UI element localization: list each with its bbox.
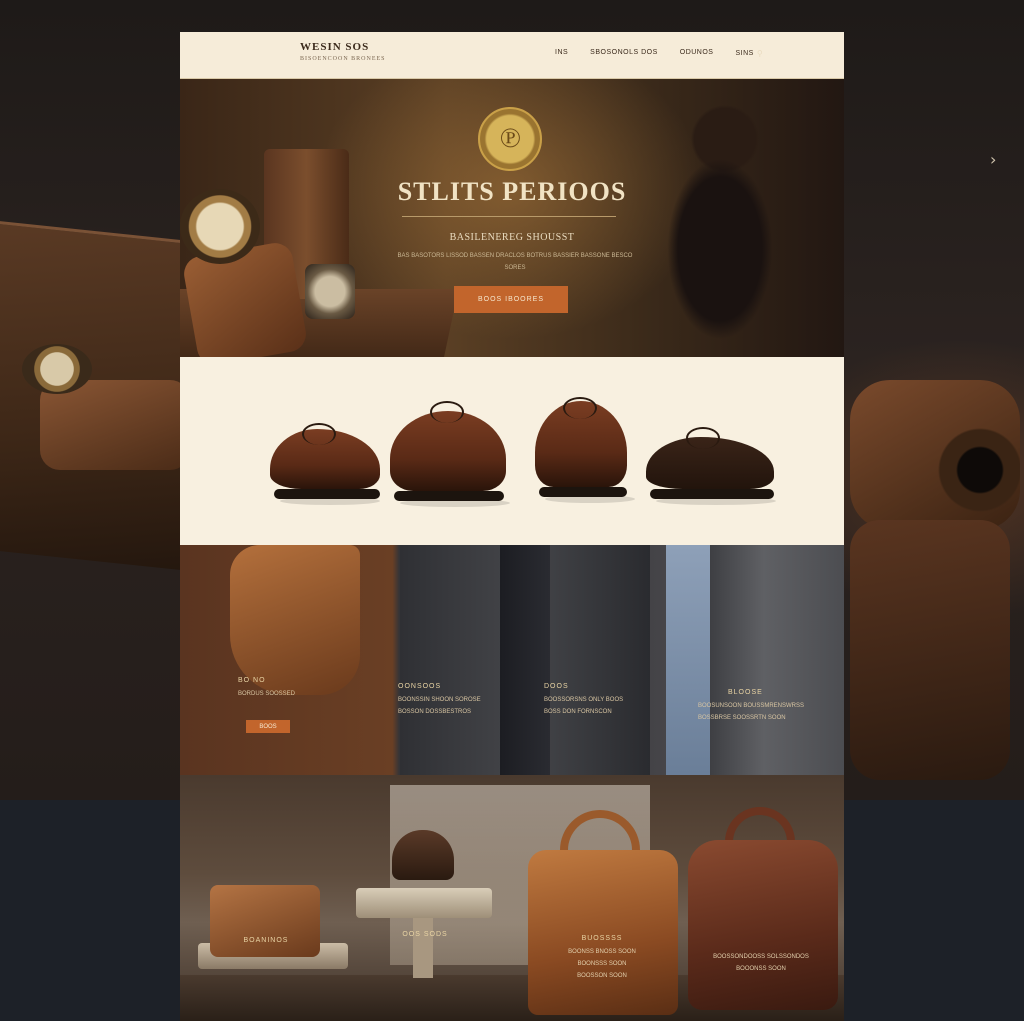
hero-desc-line-2: SORES xyxy=(504,265,526,271)
bag-card-3-text-1: BOONSS BNOSS SOON xyxy=(568,949,636,955)
search-icon[interactable]: ⚲ xyxy=(757,49,763,58)
shoe-product-2[interactable] xyxy=(390,401,510,507)
brown-leather-backpack-product[interactable] xyxy=(688,840,838,1010)
hero-divider xyxy=(402,216,616,217)
pocket-watch-illustration xyxy=(180,189,260,264)
shoe-laces xyxy=(430,401,464,423)
shoe-product-1[interactable] xyxy=(270,419,382,505)
nav-link-4[interactable]: SINS xyxy=(735,50,753,57)
apparel-card-4-text-1: BOOSUNSOON BOUSSMRENSWRSS xyxy=(698,703,805,709)
pedestal-stem xyxy=(413,918,433,978)
hero-person-silhouette xyxy=(620,99,820,357)
bag-card-2: OOS SODS xyxy=(370,931,480,938)
nav-link-2[interactable]: SBOSONOLS DOS xyxy=(590,49,658,58)
dark-jacket-photo xyxy=(400,545,650,775)
apparel-card-3-text-2: BOSS DON FORNSCON xyxy=(544,709,612,715)
apparel-card-4-title: BLOOSE xyxy=(728,689,763,696)
lamp-ornament xyxy=(392,830,454,880)
apparel-section: BO NO BORDUS SOOSSED BOOS OONSOOS BOONSS… xyxy=(180,545,844,775)
apparel-card-1-title: BO NO xyxy=(238,677,266,684)
bag-card-3-text-3: BOOSSON SOON xyxy=(577,973,627,979)
small-leather-bag-product[interactable] xyxy=(210,885,320,957)
grey-jacket-photo xyxy=(710,545,844,775)
apparel-card-4: BLOOSE BOOSUNSOON BOUSSMRENSWRSS BOSSBRS… xyxy=(698,689,804,724)
nav-link-1[interactable]: INS xyxy=(555,49,568,58)
bag-card-4-text-1: BOOSSONDOOSS SOLSSONDOS xyxy=(713,954,809,960)
apparel-card-3-title: DOOS xyxy=(544,683,569,690)
shoe-sole xyxy=(394,491,504,501)
logo-subtitle: BISOENCOON BRONEES xyxy=(300,56,386,62)
nav-link-3[interactable]: ODUNOS xyxy=(680,49,714,58)
bag-card-4: BOOSSONDOOSS SOLSSONDOS BOOONSS SOON xyxy=(686,951,836,975)
hero-desc-line-1: BAS BASOTORS LISSOD BASSEN DRACLOS BOTRU… xyxy=(397,253,633,259)
bag-card-2-title: OOS SODS xyxy=(402,931,448,938)
blue-shirt-photo xyxy=(666,545,716,775)
tan-leather-tote-product[interactable] xyxy=(528,850,678,1015)
apparel-card-1-button[interactable]: BOOS xyxy=(246,720,290,733)
site-logo[interactable]: WESIN SOS BISOENCOON BRONEES xyxy=(300,41,386,62)
shoe-product-4[interactable] xyxy=(646,427,778,505)
website-mockup: WESIN SOS BISOENCOON BRONEES INS SBOSONO… xyxy=(180,32,844,1021)
hero-subtitle: BASILENEREG SHOUSST xyxy=(449,232,575,243)
nav-search[interactable]: SINS ⚲ xyxy=(735,49,762,58)
chevron-right-icon[interactable]: › xyxy=(990,150,996,169)
shoe-product-3[interactable] xyxy=(535,397,635,503)
hero-title: STLITS PERIOOS xyxy=(397,177,627,206)
apparel-card-3-text-1: BOOSSORSNS ONLY BOOS xyxy=(544,697,624,703)
shoe-laces xyxy=(302,423,336,445)
apparel-card-2-text-1: BOONSSIN SHOON SOROSE xyxy=(398,697,481,703)
backdrop-watch xyxy=(22,344,92,394)
bag-card-4-text-2: BOOONSS SOON xyxy=(736,966,786,972)
brand-emblem-icon: ℗ xyxy=(478,107,542,171)
apparel-card-3: DOOS BOOSSORSNS ONLY BOOS BOSS DON FORNS… xyxy=(544,683,623,718)
hero-cta-button[interactable]: BOOS IBOORES xyxy=(454,286,568,313)
backdrop-binoculars xyxy=(850,380,1020,530)
apparel-card-1: BO NO BORDUS SOOSSED BOOS xyxy=(238,677,295,733)
shoe-sole xyxy=(539,487,627,497)
hero-description: BAS BASOTORS LISSOD BASSEN DRACLOS BOTRU… xyxy=(375,250,655,274)
shoe-laces xyxy=(563,397,597,419)
hero-props-illustration xyxy=(180,139,459,357)
shoe-laces xyxy=(686,427,720,449)
site-header: WESIN SOS BISOENCOON BRONEES INS SBOSONO… xyxy=(180,32,844,79)
bag-card-1: BOANINOS xyxy=(216,937,316,944)
shoe-sole xyxy=(274,489,380,499)
boot-photo xyxy=(230,545,360,695)
bag-card-3-text-2: BOONSSS SOON xyxy=(577,961,627,967)
bag-card-3: BUOSSSS BOONSS BNOSS SOON BOONSSS SOON B… xyxy=(532,935,672,982)
logo-title: WESIN SOS xyxy=(300,41,370,53)
apparel-card-2: OONSOOS BOONSSIN SHOON SOROSE BOSSON DOS… xyxy=(398,683,481,718)
bags-section: BOANINOS OOS SODS BUOSSSS BOONSS BNOSS S… xyxy=(180,775,844,1021)
backdrop-leather-case xyxy=(850,520,1010,780)
apparel-card-1-text: BORDUS SOOSSED xyxy=(238,691,296,697)
hero-banner: ℗ STLITS PERIOOS BASILENEREG SHOUSST BAS… xyxy=(180,79,844,357)
apparel-card-4-text-2: BOSSBRSE SOOSSRTN SOON xyxy=(698,715,786,721)
bag-card-1-title: BOANINOS xyxy=(243,937,289,944)
apparel-card-2-title: OONSOOS xyxy=(398,683,442,690)
apparel-card-2-text-2: BOSSON DOSSBESTROS xyxy=(398,709,472,715)
bag-card-3-title: BUOSSSS xyxy=(581,935,623,942)
compass-illustration xyxy=(305,264,355,319)
display-pedestal xyxy=(356,888,492,918)
main-nav: INS SBOSONOLS DOS ODUNOS SINS ⚲ xyxy=(555,49,763,58)
shoe-sole xyxy=(650,489,774,499)
shoe-upper xyxy=(390,411,506,491)
shoe-showcase xyxy=(180,357,844,545)
